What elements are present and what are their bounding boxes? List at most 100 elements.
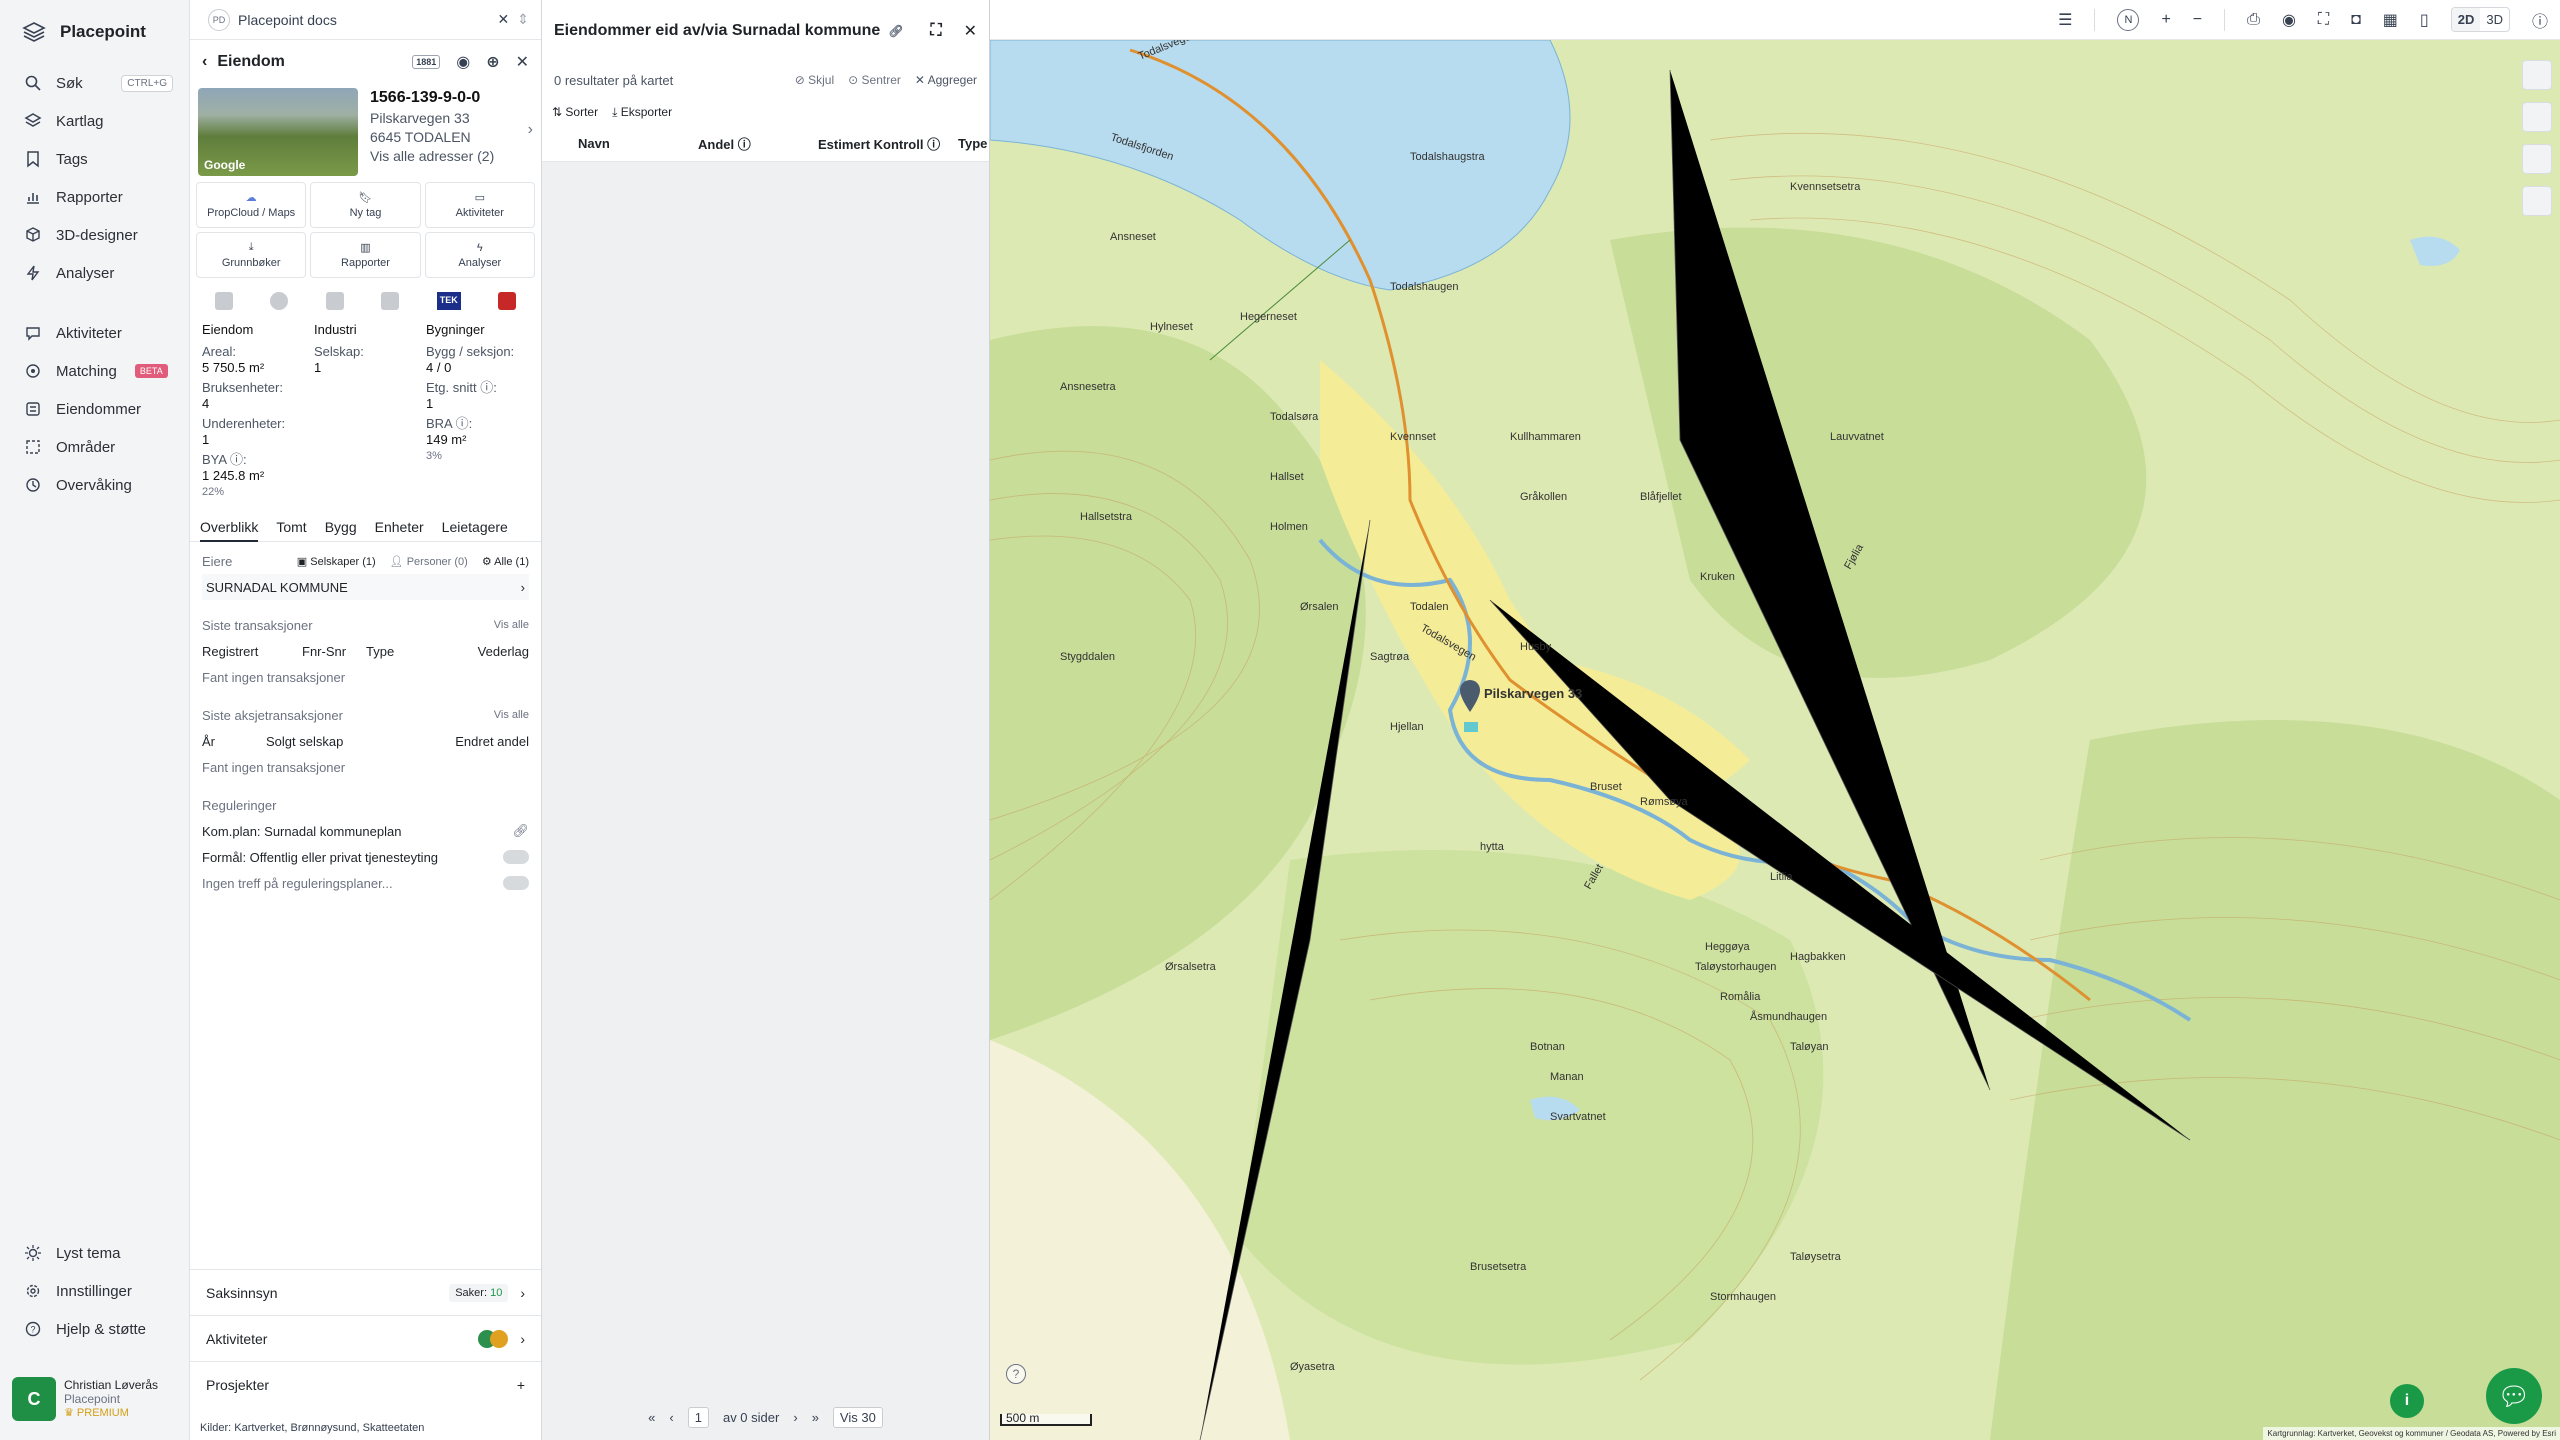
map-tool-settings[interactable] (2522, 186, 2552, 216)
source-globe-icon[interactable] (270, 292, 289, 310)
grid-icon[interactable]: ▦ (2383, 10, 2398, 30)
bookmark-icon[interactable]: ▯ (2420, 10, 2429, 30)
nav-matching[interactable]: Matching BETA (0, 352, 189, 390)
camera-icon[interactable]: ◘ (2351, 11, 2361, 29)
tab-leietagere[interactable]: Leietagere (442, 519, 508, 535)
nav-3d-designer[interactable]: 3D-designer (0, 216, 189, 254)
filter-persons[interactable]: 👤︎ Personer (0) (390, 555, 468, 568)
tile-aktiviteter[interactable]: ▭ Aktiviteter (424, 182, 535, 228)
badge-1881[interactable]: 1881 (412, 55, 441, 69)
regulation-plan[interactable]: Kom.plan: Surnadal kommuneplan 🔗︎ (202, 818, 529, 844)
eye-icon[interactable]: ◉ (456, 52, 470, 72)
link-icon[interactable]: 🔗︎ (512, 823, 529, 839)
docs-bar[interactable]: PD Placepoint docs ✕ ⇕ (190, 0, 541, 40)
close-icon[interactable]: ✕ (516, 52, 529, 72)
zoom-in-icon[interactable]: + (2161, 11, 2170, 29)
show-all-addresses[interactable]: Vis alle adresser (2) (370, 147, 494, 166)
page-input[interactable]: 1 (687, 1406, 709, 1428)
source-plant-icon[interactable] (325, 292, 344, 310)
filter-companies[interactable]: ▣ Selskaper (1) (297, 555, 376, 568)
sort-button[interactable]: ⇅ Sorter (552, 105, 598, 119)
expand-icon[interactable]: ⛶ (930, 22, 941, 40)
stack-icon[interactable]: ☰ (2058, 10, 2072, 30)
hide-button[interactable]: ⊘ Skjul (795, 73, 834, 87)
tab-tomt[interactable]: Tomt (276, 519, 306, 535)
map-tool-chart[interactable] (2522, 144, 2552, 174)
nav-sok[interactable]: Søk CTRL+G (0, 64, 189, 102)
nav-hjelp[interactable]: ? Hjelp & støtte (0, 1310, 189, 1348)
add-icon[interactable]: ⊕ (486, 52, 499, 72)
prosjekter-row[interactable]: Prosjekter + (190, 1361, 541, 1407)
tile-grunnboker[interactable]: ⤓ Grunnbøker (196, 232, 307, 278)
property-summary[interactable]: Google 1566-139-9-0-0 Pilskarvegen 33 66… (190, 84, 541, 176)
topographic-map[interactable]: TodalsvegenTodalsfjorden TodalshaugstraAn… (990, 40, 2560, 1440)
nav-aktiviteter[interactable]: Aktiviteter (0, 314, 189, 352)
eye-icon[interactable]: ◉ (2282, 10, 2296, 30)
tile-analyser[interactable]: ϟ Analyser (424, 232, 535, 278)
col-header[interactable]: Estimert Kontroll ⓘ (818, 134, 958, 153)
add-icon[interactable]: + (517, 1377, 525, 1393)
close-icon[interactable]: ✕ (964, 21, 977, 41)
street-view-thumbnail[interactable]: Google (198, 88, 358, 176)
nav-lyst-tema[interactable]: Lyst tema (0, 1234, 189, 1272)
first-page-icon[interactable]: « (648, 1410, 655, 1425)
saksinnsyn-row[interactable]: Saksinnsyn Saker: 10 › (190, 1269, 541, 1315)
col-header[interactable]: Type (958, 136, 987, 151)
last-page-icon[interactable]: » (812, 1410, 819, 1425)
mode-3d[interactable]: 3D (2480, 8, 2509, 31)
nav-overvaking[interactable]: Overvåking (0, 466, 189, 504)
map-help-icon[interactable]: ? (1006, 1364, 1026, 1384)
nav-tags[interactable]: Tags (0, 140, 189, 178)
map-tool-measure[interactable] (2522, 102, 2552, 132)
close-icon[interactable]: ✕ (498, 11, 510, 28)
next-page-icon[interactable]: › (793, 1410, 797, 1425)
center-button[interactable]: ⊙ Sentrer (848, 73, 901, 87)
nav-omrader[interactable]: Områder (0, 428, 189, 466)
chevron-right-icon[interactable]: › (528, 121, 533, 139)
toggle[interactable] (503, 876, 529, 890)
show-all-link[interactable]: Vis alle (494, 619, 529, 631)
source-br-icon[interactable] (214, 292, 233, 310)
prev-page-icon[interactable]: ‹ (669, 1410, 673, 1425)
col-header[interactable]: Andel ⓘ (698, 134, 818, 153)
map-tool-draw[interactable] (2522, 60, 2552, 90)
north-button[interactable]: N (2117, 8, 2140, 31)
chat-fab-icon[interactable]: 💬︎ (2486, 1368, 2542, 1424)
map-canvas[interactable]: Todalsvegen Todalsfjorden Todalshaugstra An… (990, 40, 2560, 1440)
aktiviteter-row[interactable]: Aktiviteter › (190, 1315, 541, 1361)
tab-bygg[interactable]: Bygg (325, 519, 357, 535)
nav-rapporter[interactable]: Rapporter (0, 178, 189, 216)
nav-eiendommer[interactable]: Eiendommer (0, 390, 189, 428)
back-icon[interactable]: ‹ (202, 53, 207, 71)
info-icon[interactable]: i (2390, 1384, 2424, 1418)
tile-ny-tag[interactable]: 🔖︎ Ny tag (310, 182, 421, 228)
show-all-link[interactable]: Vis alle (494, 709, 529, 721)
export-button[interactable]: ⤓ Eksporter (612, 105, 672, 120)
chevron-updown-icon[interactable]: ⇕ (517, 11, 529, 28)
link-icon[interactable]: 🔗︎ (888, 24, 903, 38)
aggregate-button[interactable]: ✕ Aggreger (915, 73, 977, 87)
per-page-select[interactable]: Vis 30 (832, 1406, 883, 1428)
print-icon[interactable]: ⎙ (2247, 11, 2260, 29)
zoom-out-icon[interactable]: − (2193, 11, 2202, 29)
nav-kartlag[interactable]: Kartlag (0, 102, 189, 140)
info-icon[interactable]: ⓘ (2532, 8, 2548, 32)
tab-enheter[interactable]: Enheter (375, 519, 424, 535)
user-card[interactable]: C Christian Løverås Placepoint ♛ PREMIUM (12, 1374, 182, 1424)
tile-rapporter[interactable]: ▥ Rapporter (310, 232, 421, 278)
col-header[interactable]: Navn (578, 136, 698, 151)
toggle[interactable] (503, 850, 529, 864)
logo[interactable]: Placepoint (0, 0, 189, 64)
source-bars-icon[interactable] (381, 292, 400, 310)
stat-key: Underenheter: (202, 416, 286, 431)
tek-badge[interactable]: TEK (436, 292, 461, 310)
fullscreen-icon[interactable]: ⛶ (2318, 11, 2329, 29)
nav-analyser[interactable]: Analyser (0, 254, 189, 292)
tab-overblikk[interactable]: Overblikk (200, 519, 259, 542)
owner-row[interactable]: SURNADAL KOMMUNE › (202, 574, 529, 600)
tile-propcloud[interactable]: ☁ PropCloud / Maps (196, 182, 307, 228)
filter-all[interactable]: ⚙ Alle (1) (482, 555, 529, 568)
mode-2d[interactable]: 2D (2451, 8, 2481, 31)
source-house-icon[interactable] (498, 292, 517, 310)
nav-innstillinger[interactable]: Innstillinger (0, 1272, 189, 1310)
